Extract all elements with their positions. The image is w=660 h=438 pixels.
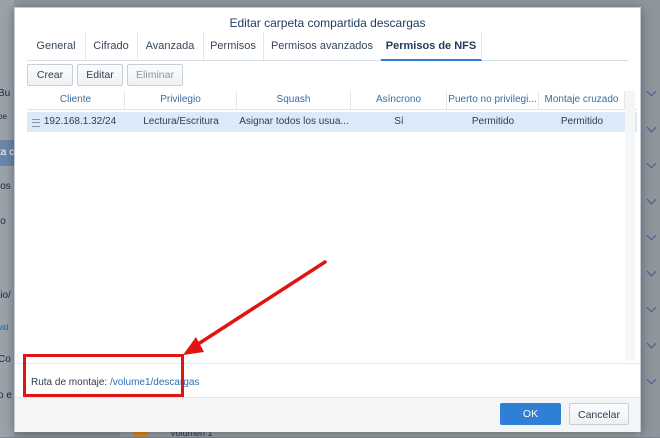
create-button[interactable]: Crear <box>27 64 73 86</box>
cell-async: Sí <box>394 116 404 127</box>
tab-general[interactable]: General <box>27 32 86 60</box>
chevron-down-icon <box>646 158 657 169</box>
tab-permisos[interactable]: Permisos <box>203 32 264 60</box>
chevron-down-icon <box>646 86 657 97</box>
column-header-non-privileged-port[interactable]: Puerto no privilegi... <box>447 91 539 109</box>
background-text: Bu <box>0 88 11 99</box>
edit-button[interactable]: Editar <box>77 64 123 86</box>
chevron-down-icon <box>646 374 657 385</box>
chevron-down-icon <box>646 230 657 241</box>
chevron-down-icon <box>646 302 657 313</box>
background-text: o e <box>0 390 12 401</box>
cell-cross-mount: Permitido <box>560 116 604 127</box>
drag-handle-icon[interactable] <box>32 119 40 127</box>
chevron-down-icon <box>646 338 657 349</box>
dialog-title: Editar carpeta compartida descargas <box>229 16 426 30</box>
tab-permisos-nfs[interactable]: Permisos de NFS <box>381 32 482 61</box>
tab-avanzada[interactable]: Avanzada <box>137 32 204 60</box>
cell-privilege: Lectura/Escritura <box>143 116 219 127</box>
nfs-rules-table: Cliente Privilegio Squash Asíncrono Puer… <box>27 91 637 361</box>
cell-client: 192.168.1.32/24 <box>43 116 117 127</box>
background-text: Co <box>0 354 11 365</box>
delete-button[interactable]: Eliminar <box>127 64 183 86</box>
cell-squash: Asignar todos los usua... <box>239 116 349 127</box>
tab-cifrado[interactable]: Cifrado <box>85 32 138 60</box>
highlight-box <box>23 354 184 397</box>
tab-permisos-avanzados[interactable]: Permisos avanzados <box>263 32 382 60</box>
dialog-footer: OK Cancelar <box>15 397 640 432</box>
column-header-squash[interactable]: Squash <box>237 91 351 109</box>
column-header-cross-mount[interactable]: Montaje cruzado <box>539 91 625 109</box>
table-header: Cliente Privilegio Squash Asíncrono Puer… <box>27 91 637 110</box>
column-header-client[interactable]: Cliente <box>27 91 125 109</box>
chevron-down-icon <box>646 266 657 277</box>
background-sidebar: Bu pe ta c ios io lio/ vid Co o e <box>0 0 14 437</box>
table-row[interactable]: 192.168.1.32/24 Lectura/Escritura Asigna… <box>27 112 637 132</box>
column-header-privilege[interactable]: Privilegio <box>125 91 237 109</box>
tab-bar: General Cifrado Avanzada Permisos Permis… <box>27 32 628 61</box>
background-text: pe <box>0 112 7 121</box>
background-text: ta c <box>0 147 15 158</box>
background-text: vid <box>0 323 9 332</box>
chevron-down-icon <box>646 194 657 205</box>
cancel-button[interactable]: Cancelar <box>569 403 629 425</box>
cell-port: Permitido <box>471 116 515 127</box>
background-text: io <box>0 216 6 227</box>
column-header-async[interactable]: Asíncrono <box>351 91 447 109</box>
ok-button[interactable]: OK <box>500 403 561 425</box>
table-scrollbar[interactable] <box>625 91 635 361</box>
background-text: ios <box>0 181 11 192</box>
background-text: lio/ <box>0 290 11 301</box>
background-right-panel <box>640 0 660 437</box>
chevron-down-icon <box>646 122 657 133</box>
